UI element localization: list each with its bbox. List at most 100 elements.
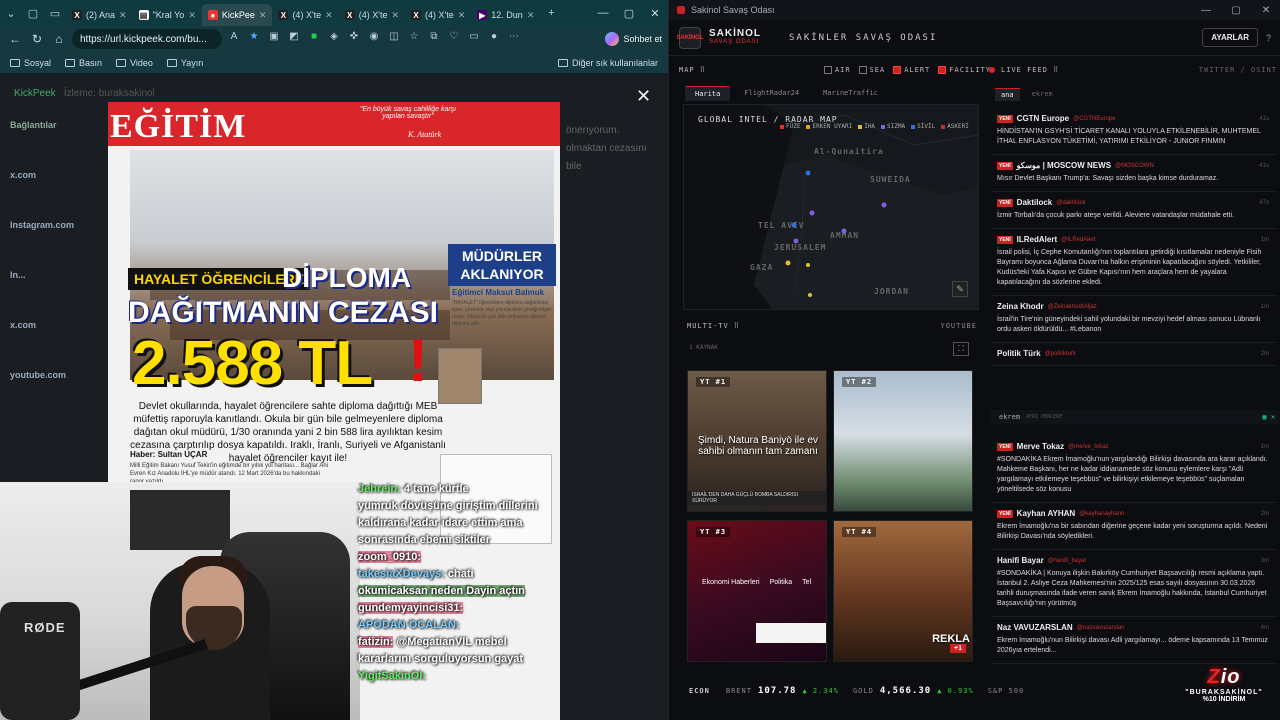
sidebar-item-x-2[interactable]: x.com — [10, 320, 106, 330]
tv-plus-badge[interactable]: +1 — [950, 644, 966, 653]
filter-facility[interactable]: FACILITY — [938, 66, 991, 74]
workspaces-icon[interactable]: ▢ — [22, 0, 44, 26]
bookmark-folder-sosyal[interactable]: Sosyal — [10, 58, 51, 68]
back-icon[interactable]: ← — [6, 32, 24, 46]
refresh-icon[interactable]: ↻ — [28, 32, 46, 46]
close-icon[interactable]: ✕ — [119, 10, 127, 21]
sidebar-item-instagram[interactable]: Instagram.com — [10, 220, 106, 230]
feed-post[interactable]: Hanifi Bayar @hanifi_bayar 3m #SONDAKİKA | … — [991, 550, 1277, 617]
post-handle[interactable]: @ZeinakhodrAljaz — [1048, 304, 1097, 310]
minimize-icon[interactable]: — — [1191, 5, 1221, 16]
settings-button[interactable]: AYARLAR — [1202, 28, 1258, 47]
chat-username[interactable]: takesiaXDevays: — [358, 568, 445, 580]
filter-sea[interactable]: SEA — [858, 66, 886, 74]
bookmark-folder-video[interactable]: Video — [116, 58, 153, 68]
tv-tile-2[interactable]: YT #2 — [833, 370, 973, 512]
post-handle[interactable]: @MOSCOWN — [1115, 163, 1154, 169]
post-handle[interactable]: @daktilock — [1056, 200, 1085, 206]
live-feed-list[interactable]: YENİ CGTN Europe @CGTNEurope 41s HİNDİSTAN'I… — [991, 108, 1277, 408]
sidebar-item-youtube[interactable]: youtube.com — [10, 370, 106, 380]
extension-1-icon[interactable]: ▣ — [266, 31, 282, 47]
tab-2[interactable]: ● KickPee ✕ — [201, 4, 273, 26]
post-handle[interactable]: @kayhanayhann — [1079, 511, 1124, 517]
post-author[interactable]: Kayhan AYHAN — [1017, 509, 1076, 518]
filter-air[interactable]: AIR — [823, 66, 851, 74]
tab-3[interactable]: X (4) X'te ✕ — [272, 4, 338, 26]
close-overlay-icon[interactable]: ✕ — [636, 86, 651, 107]
home-icon[interactable]: ⌂ — [50, 32, 68, 46]
chat-username[interactable]: gundemyayincisi31: — [358, 602, 464, 614]
chat-username[interactable]: zoom_0910: — [358, 551, 421, 563]
feed-post[interactable]: YENİ Merve Tokaz @merve_tokaz 1m #SONDAKİKA … — [991, 436, 1277, 503]
extension-6-icon[interactable]: ◉ — [366, 31, 382, 47]
close-window-icon[interactable]: ✕ — [642, 7, 668, 20]
close-icon[interactable]: ✕ — [259, 10, 267, 21]
post-author[interactable]: ILRedAlert — [1017, 235, 1057, 244]
post-author[interactable]: موسكو | MOSCOW NEWS — [1017, 161, 1111, 170]
new-tab-icon[interactable]: + — [540, 0, 562, 26]
map-tab-0[interactable]: Harita — [685, 86, 731, 101]
more-menu-icon[interactable]: ⋯ — [506, 31, 522, 47]
feed-post[interactable]: Naz VAVUZARSLAN @nazvavuzarslan 4m Ekrem İm… — [991, 617, 1277, 664]
feed-tab-ana[interactable]: ana — [995, 88, 1020, 101]
bookmark-folder-other[interactable]: Diğer sık kullanılanlar — [557, 58, 658, 68]
post-author[interactable]: CGTN Europe — [1017, 114, 1069, 123]
feed-post[interactable]: Politik Türk @politikturk 2m — [991, 343, 1277, 366]
feed-post[interactable]: YENİ ILRedAlert @ILRedAlert 1m İsrail polisi… — [991, 229, 1277, 296]
multitv-source[interactable]: YOUTUBE — [940, 322, 977, 330]
post-author[interactable]: Hanifi Bayar — [997, 556, 1044, 565]
post-handle[interactable]: @CGTNEurope — [1073, 116, 1115, 122]
sidebar-item-x[interactable]: x.com — [10, 170, 106, 180]
extension-2-icon[interactable]: ◩ — [286, 31, 302, 47]
post-author[interactable]: Naz VAVUZARSLAN — [997, 623, 1073, 632]
favorites-icon[interactable]: ☆ — [406, 31, 422, 47]
close-icon[interactable]: ✕ — [527, 10, 535, 21]
post-handle[interactable]: @nazvavuzarslan — [1077, 625, 1125, 631]
close-window-icon[interactable]: ✕ — [1251, 5, 1280, 16]
feed-post[interactable]: YENİ CGTN Europe @CGTNEurope 41s HİNDİSTAN'I… — [991, 108, 1277, 155]
close-icon[interactable]: ✕ — [458, 10, 466, 21]
post-author[interactable]: Politik Türk — [997, 349, 1041, 358]
tab-1[interactable]: ▤ "Kral Yo ✕ — [133, 4, 202, 26]
help-button[interactable]: ? — [1266, 33, 1271, 43]
expand-icon[interactable]: ⛶ — [953, 342, 969, 356]
extension-5-icon[interactable]: ✜ — [346, 31, 362, 47]
close-icon[interactable]: ✕ — [391, 10, 399, 21]
maximize-icon[interactable]: ▢ — [1221, 5, 1251, 16]
post-author[interactable]: Daktilock — [1017, 198, 1053, 207]
url-field[interactable]: https://url.kickpeek.com/bu... — [72, 29, 222, 49]
tv-tile-4[interactable]: YT #4 REKLA +1 — [833, 520, 973, 662]
feed-post[interactable]: YENİ Kayhan AYHAN @kayhanayhann 2m Ekrem İma… — [991, 503, 1277, 550]
feed-post[interactable]: Zeina Khodr @ZeinakhodrAljaz 1m İsrail'in T… — [991, 296, 1277, 343]
chat-username[interactable]: APODAN OCALAN: — [358, 619, 459, 631]
screenshot-icon[interactable]: ▭ — [466, 31, 482, 47]
favorite-star-icon[interactable]: ★ — [246, 31, 262, 47]
map-tab-1[interactable]: FlightRadar24 — [734, 86, 809, 101]
tab-5[interactable]: X (4) X'te ✕ — [405, 4, 471, 26]
chat-username[interactable]: fatizin: — [358, 636, 394, 648]
tab-actions-icon[interactable]: ⌄ — [0, 0, 22, 26]
post-author[interactable]: Merve Tokaz — [1017, 442, 1064, 451]
feed-post[interactable]: YENİ موسكو | MOSCOW NEWS @MOSCOWN 41s Mısır … — [991, 155, 1277, 192]
ekrem-feed-tab[interactable]: ekrem — [999, 413, 1020, 421]
bookmark-folder-yayin[interactable]: Yayın — [166, 58, 203, 68]
copilot-button[interactable]: Sohbet et — [605, 32, 662, 46]
ekrem-feed-icons[interactable]: ▦ ✕ — [1262, 413, 1279, 421]
maximize-icon[interactable]: ▢ — [616, 7, 642, 20]
post-handle[interactable]: @ILRedAlert — [1061, 237, 1095, 243]
chat-username[interactable]: YigitSakinOl: — [358, 670, 426, 682]
tv-tile-3[interactable]: YT #3 Ekonomi Haberleri Politika Tel — [687, 520, 827, 662]
minimize-icon[interactable]: — — [590, 7, 616, 20]
tab-0[interactable]: X (2) Ana ✕ — [66, 4, 133, 26]
feed-tab-ekrem[interactable]: ekrem — [1026, 88, 1059, 101]
translate-icon[interactable]: A — [226, 31, 242, 47]
vertical-tabs-icon[interactable]: ▭ — [44, 0, 66, 26]
collections-icon[interactable]: ⧉ — [426, 31, 442, 47]
chat-username[interactable]: Jehrein: — [358, 483, 401, 495]
tv-tile-1[interactable]: YT #1 Şimdi, Natura Baniyö ile ev sahibi… — [687, 370, 827, 512]
tab-6[interactable]: ▶ 12. Dun ✕ — [471, 4, 540, 26]
map-edit-button[interactable]: ✎ — [952, 281, 968, 297]
bookmark-folder-basin[interactable]: Basın — [65, 58, 102, 68]
sidebar-item-in[interactable]: In... — [10, 270, 106, 280]
performance-icon[interactable]: ♡ — [446, 31, 462, 47]
